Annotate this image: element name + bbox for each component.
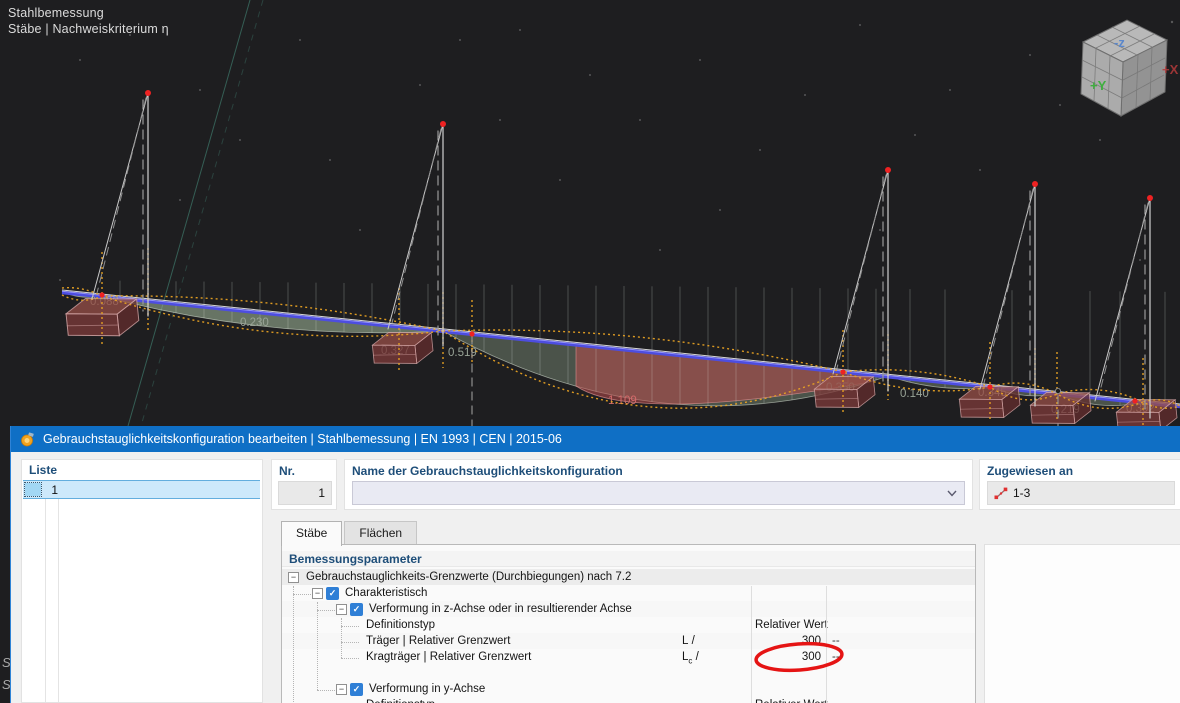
checkbox-checked[interactable]: ✓ [326, 587, 339, 600]
limit-value-input-circled[interactable]: 300 [751, 649, 826, 665]
tree-row-verformung-y[interactable]: − ✓ Verformung in y-Achse [282, 681, 975, 697]
nr-field[interactable]: 1 [278, 481, 332, 505]
dialog-titlebar: Gebrauchstauglichkeitskonfiguration bear… [11, 426, 1180, 452]
tree-row-label: Definitionstyp [362, 697, 435, 703]
tree-row-traeger-grenzwert[interactable]: Träger | Relativer Grenzwert L / 300 -- [282, 633, 975, 649]
column-divider [826, 586, 827, 703]
tree-row-label: Kragträger | Relativer Grenzwert [362, 649, 531, 665]
tree-guide [317, 610, 335, 611]
list-item-number: 1 [47, 483, 58, 497]
background-node-dots [59, 21, 1173, 281]
list-column-divider [58, 480, 59, 702]
checkbox-checked[interactable]: ✓ [350, 683, 363, 696]
tree-guide [293, 594, 311, 595]
tree-row-kragtraeger-grenzwert[interactable]: Kragträger | Relativer Grenzwert Lc / 30… [282, 649, 975, 665]
name-label: Name der Gebrauchstauglichkeitskonfigura… [352, 464, 623, 478]
tree-row-label: Gebrauchstauglichkeits-Grenzwerte (Durch… [302, 569, 631, 585]
assigned-field[interactable]: 1-3 [987, 481, 1175, 505]
tree-row-charakteristisch[interactable]: − ✓ Charakteristisch [282, 585, 975, 601]
tree-row-label: Verformung in y-Achse [365, 681, 485, 697]
3d-model-viewport[interactable]: 0.088 0.230 0.327 0.519 1.109 0.350 0.14… [0, 0, 1180, 426]
tree-row-label: Träger | Relativer Grenzwert [362, 633, 510, 649]
expand-toggle[interactable]: − [288, 572, 299, 583]
assigned-detail-panel [984, 544, 1180, 703]
tree-row-limits-group[interactable]: − Gebrauchstauglichkeits-Grenzwerte (Dur… [282, 569, 975, 585]
assigned-value: 1-3 [1013, 486, 1030, 500]
tree-guide [317, 690, 335, 691]
tree-guide [341, 618, 342, 658]
tree-guide [317, 602, 318, 690]
list-header: Liste [29, 463, 57, 477]
mast [388, 124, 443, 346]
selected-node-dot [1055, 388, 1060, 393]
dialog-icon [20, 432, 35, 447]
navigation-cube[interactable]: -z +Y +X [1081, 20, 1179, 116]
unit-cell: -- [832, 649, 840, 665]
params-header: Bemessungsparameter [282, 551, 975, 567]
tab-bar: Stäbe Flächen [281, 521, 419, 545]
tab-flaechen[interactable]: Flächen [344, 521, 417, 545]
name-panel: Name der Gebrauchstauglichkeitskonfigura… [344, 459, 973, 510]
tree-row-definitionstyp-y[interactable]: Definitionstyp Relativer Wert [282, 697, 975, 703]
tree-spacer-row [282, 665, 975, 681]
mast [980, 184, 1035, 406]
cube-axis-label-x: +X [1162, 62, 1179, 77]
list-item-checkbox[interactable] [25, 483, 41, 496]
tree-guide [341, 642, 359, 643]
nr-panel: Nr. 1 [271, 459, 337, 510]
member-selection-icon [994, 487, 1008, 500]
tree-row-definitionstyp[interactable]: Definitionstyp Relativer Wert [282, 617, 975, 633]
definition-type-value[interactable]: Relativer Wert [751, 617, 826, 633]
viewport-result-subtitle: Stäbe | Nachweiskriterium η [8, 22, 169, 36]
definition-type-value[interactable]: Relativer Wert [751, 697, 826, 703]
list-column-divider [45, 480, 46, 702]
name-combobox[interactable] [352, 481, 965, 505]
tree-row-label: Verformung in z-Achse oder in resultiere… [365, 601, 632, 617]
dialog-title: Gebrauchstauglichkeitskonfiguration bear… [43, 432, 562, 446]
tree-guide [341, 658, 359, 659]
expand-toggle[interactable]: − [336, 684, 347, 695]
mast [833, 170, 888, 391]
tree-guide [341, 626, 359, 627]
chevron-down-icon[interactable] [947, 490, 957, 497]
tree-guide [293, 586, 294, 703]
result-value-label: 0.230 [240, 317, 269, 329]
expand-toggle[interactable]: − [336, 604, 347, 615]
cube-axis-label-z: -z [1114, 35, 1125, 50]
unit-cell: -- [832, 633, 840, 649]
assigned-label: Zugewiesen an [987, 464, 1073, 478]
list-item-config-1[interactable]: 1 [23, 480, 260, 499]
expand-toggle[interactable]: − [312, 588, 323, 599]
viewport-result-title: Stahlbemessung [8, 6, 104, 20]
tab-staebe[interactable]: Stäbe [281, 521, 342, 546]
nr-label: Nr. [279, 464, 295, 478]
config-list-panel: Liste 1 [21, 459, 263, 703]
design-parameters-panel: Bemessungsparameter − Gebrauchstauglichk… [281, 544, 976, 703]
column-divider [751, 586, 752, 703]
limit-value-input[interactable]: 300 [751, 633, 826, 649]
assigned-panel: Zugewiesen an 1-3 [979, 459, 1180, 510]
tree-row-verformung-z[interactable]: − ✓ Verformung in z-Achse oder in result… [282, 601, 975, 617]
tree-row-label: Definitionstyp [362, 617, 435, 633]
checkbox-checked[interactable]: ✓ [350, 603, 363, 616]
tree-row-label: Charakteristisch [341, 585, 427, 601]
serviceability-config-dialog: Gebrauchstauglichkeitskonfiguration bear… [10, 426, 1180, 703]
mast [1095, 198, 1150, 418]
cube-axis-label-y: +Y [1090, 78, 1107, 93]
